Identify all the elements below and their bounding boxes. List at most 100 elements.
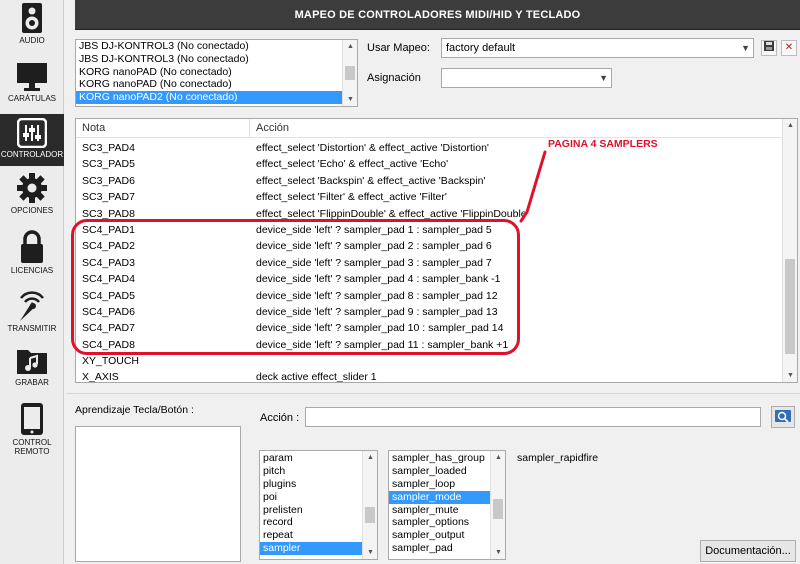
chevron-down-icon: ▼	[599, 73, 608, 83]
sidebar-item-grabar[interactable]: GRABAR	[0, 344, 64, 396]
list-item[interactable]: poi	[260, 491, 377, 504]
column-divider[interactable]	[249, 119, 250, 138]
row-accion: effect_select 'Distortion' & effect_acti…	[256, 142, 489, 154]
scroll-down-icon[interactable]: ▼	[491, 546, 505, 559]
save-icon	[764, 41, 774, 51]
usar-mapeo-value: factory default	[446, 42, 516, 54]
tablet-icon	[21, 403, 43, 435]
monitor-icon	[17, 63, 47, 91]
row-nota: SC3_PAD4	[82, 142, 135, 154]
list-item[interactable]: JBS DJ-KONTROL3 (No conectado)	[76, 53, 342, 66]
row-accion: effect_select 'Filter' & effect_active '…	[256, 191, 447, 204]
scroll-up-icon[interactable]: ▲	[363, 451, 377, 464]
sidebar-item-label: AUDIO	[19, 36, 45, 45]
table-row[interactable]: SC3_PAD4 effect_select 'Distortion' & eff…	[76, 140, 782, 156]
list-item-selected[interactable]: sampler	[260, 542, 364, 556]
list-item[interactable]: sampler_pad	[389, 542, 505, 555]
search-icon	[775, 410, 791, 423]
list-item[interactable]: KORG nanoPAD (No conectado)	[76, 78, 342, 91]
column-header-nota[interactable]: Nota	[82, 119, 105, 138]
sidebar-item-label: TRANSMITIR	[7, 324, 57, 333]
scrollbar-thumb[interactable]	[785, 259, 795, 354]
list-item[interactable]: plugins	[260, 478, 377, 491]
save-mapping-button[interactable]	[761, 40, 777, 56]
sliders-icon	[17, 118, 47, 148]
learn-capture-box[interactable]	[75, 426, 241, 562]
list-item-selected[interactable]: sampler_mode	[389, 490, 492, 504]
asignacion-select[interactable]: ▼	[441, 68, 612, 88]
lock-icon	[21, 230, 43, 263]
sidebar-item-label: GRABAR	[15, 378, 49, 387]
list-item[interactable]: prelisten	[260, 504, 377, 517]
scroll-up-icon[interactable]: ▲	[491, 451, 505, 464]
sidebar-item-caratulas[interactable]: CARÁTULAS	[0, 60, 64, 110]
scroll-down-icon[interactable]: ▼	[783, 369, 797, 382]
scrollbar-thumb[interactable]	[345, 66, 355, 80]
window-header: MAPEO DE CONTROLADORES MIDI/HID Y TECLAD…	[75, 0, 800, 30]
list-item[interactable]: sampler_mute	[389, 504, 505, 517]
search-action-button[interactable]	[771, 406, 795, 428]
sidebar-item-audio[interactable]: AUDIO	[0, 2, 64, 54]
sidebar-item-controlador[interactable]: CONTROLADOR	[0, 114, 64, 166]
row-accion: effect_select 'Backspin' & effect_active…	[256, 174, 486, 187]
sidebar-item-label: LICENCIAS	[10, 266, 54, 275]
sidebar-item-opciones[interactable]: OPCIONES	[0, 172, 64, 224]
scroll-down-icon[interactable]: ▼	[363, 546, 377, 559]
sidebar-item-transmitir[interactable]: TRANSMITIR	[0, 288, 64, 338]
controller-list-scrollbar[interactable]: ▲ ▼	[342, 40, 357, 106]
annotation-highlight-box	[71, 219, 520, 355]
usar-mapeo-select[interactable]: factory default ▼	[441, 38, 754, 58]
delete-mapping-button[interactable]: ✕	[781, 40, 797, 56]
scroll-up-icon[interactable]: ▲	[343, 40, 357, 53]
app-window: AUDIO CARÁTULAS CONTROLADOR OPCIONES LIC…	[0, 0, 800, 564]
table-row[interactable]: XY_TOUCH	[76, 353, 782, 369]
sidebar-item-control-remoto[interactable]: CONTROL REMOTO	[0, 402, 64, 462]
list-item[interactable]: sampler_options	[389, 516, 505, 529]
verb-help-text: sampler_rapidfire	[517, 452, 599, 464]
list-item[interactable]: record	[260, 516, 377, 529]
verb-list-scrollbar[interactable]: ▲ ▼	[362, 451, 377, 559]
action-input[interactable]	[305, 407, 761, 427]
scroll-up-icon[interactable]: ▲	[783, 119, 797, 132]
column-header-accion[interactable]: Acción	[256, 119, 289, 138]
list-item[interactable]: repeat	[260, 529, 377, 542]
verb-list[interactable]: param pitch plugins poi prelisten record…	[259, 450, 378, 560]
row-nota: X_AXIS	[82, 371, 119, 383]
scroll-down-icon[interactable]: ▼	[343, 93, 357, 106]
scrollbar-thumb[interactable]	[493, 499, 503, 519]
sidebar-item-label: CONTROL REMOTO	[12, 438, 52, 456]
list-item[interactable]: param	[260, 452, 377, 465]
sidebar-item-label: CARÁTULAS	[7, 94, 56, 103]
mapping-table-scrollbar[interactable]: ▲ ▼	[782, 119, 797, 382]
page-title: MAPEO DE CONTROLADORES MIDI/HID Y TECLAD…	[294, 9, 581, 21]
list-item[interactable]: sampler_has_group	[389, 452, 505, 465]
row-nota: XY_TOUCH	[82, 355, 139, 368]
documentation-button[interactable]: Documentación...	[700, 540, 796, 562]
list-item[interactable]: sampler_output	[389, 529, 505, 542]
list-item[interactable]: sampler_loaded	[389, 465, 505, 478]
list-item[interactable]: KORG nanoPAD (No conectado)	[76, 66, 342, 79]
row-accion: deck active effect_slider 1	[256, 371, 377, 383]
table-row[interactable]: SC3_PAD5 effect_select 'Echo' & effect_ac…	[76, 156, 782, 172]
table-row[interactable]: X_AXIS deck active effect_slider 1	[76, 369, 782, 383]
learn-label: Aprendizaje Tecla/Botón :	[75, 404, 194, 416]
controller-list[interactable]: JBS DJ-KONTROL3 (No conectado) JBS DJ-KO…	[75, 39, 358, 107]
list-item-selected[interactable]: KORG nanoPAD2 (No conectado)	[76, 91, 342, 104]
usar-mapeo-label: Usar Mapeo:	[367, 42, 430, 54]
sidebar-item-label: CONTROLADOR	[0, 150, 64, 159]
subverb-list[interactable]: sampler_has_group sampler_loaded sampler…	[388, 450, 506, 560]
table-row[interactable]: SC3_PAD6 effect_select 'Backspin' & effec…	[76, 173, 782, 189]
broadcast-icon	[20, 291, 44, 321]
list-item[interactable]: sampler_loop	[389, 478, 505, 491]
list-item[interactable]: pitch	[260, 465, 377, 478]
sidebar: AUDIO CARÁTULAS CONTROLADOR OPCIONES LIC…	[0, 0, 64, 564]
action-label: Acción :	[260, 412, 300, 424]
close-icon: ✕	[784, 42, 794, 53]
table-row[interactable]: SC3_PAD7 effect_select 'Filter' & effect_…	[76, 189, 782, 205]
list-item[interactable]: JBS DJ-KONTROL3 (No conectado)	[76, 40, 342, 53]
subverb-list-scrollbar[interactable]: ▲ ▼	[490, 451, 505, 559]
sidebar-item-licencias[interactable]: LICENCIAS	[0, 230, 64, 282]
music-folder-icon	[17, 350, 47, 374]
scrollbar-thumb[interactable]	[365, 507, 375, 523]
row-accion: effect_select 'Echo' & effect_active 'Ec…	[256, 158, 449, 171]
